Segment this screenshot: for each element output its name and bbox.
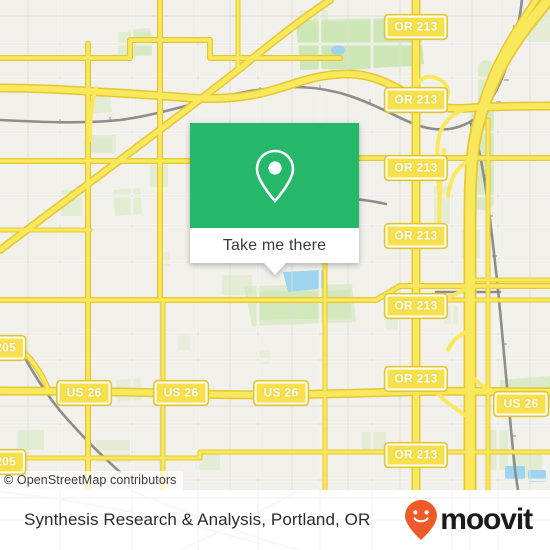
moovit-logo[interactable]: moovit <box>404 499 533 541</box>
page-title: Synthesis Research & Analysis, Portland,… <box>24 510 371 529</box>
road-shield: I 205 <box>0 336 26 360</box>
map-attribution[interactable]: © OpenStreetMap contributors <box>0 471 183 490</box>
road-shield: OR 213 <box>385 443 447 467</box>
road-shield: OR 213 <box>385 367 447 391</box>
location-callout-card[interactable]: Take me there <box>190 123 359 275</box>
card-pin-area <box>190 123 359 228</box>
footer-bar: Synthesis Research & Analysis, Portland,… <box>0 490 550 550</box>
take-me-there-button[interactable]: Take me there <box>190 228 359 275</box>
road-shield: OR 213 <box>385 156 447 180</box>
road-shield: OR 213 <box>385 294 447 318</box>
road-shield: US 26 <box>57 381 111 405</box>
road-shield: US 26 <box>154 381 208 405</box>
road-shield: I 205 <box>0 450 26 474</box>
road-shield: OR 213 <box>385 15 447 39</box>
moovit-smiley-pin-icon <box>405 500 438 540</box>
moovit-wordmark: moovit <box>440 503 533 536</box>
moovit-map-screenshot: © OpenStreetMap contributors Take me the… <box>0 0 550 550</box>
road-shield: OR 213 <box>385 224 447 248</box>
card-button-label: Take me there <box>222 236 327 254</box>
map-pin-icon <box>255 149 294 203</box>
card-pointer-tail <box>263 263 286 275</box>
road-shield: OR 213 <box>385 88 447 112</box>
road-shield: US 26 <box>254 381 308 405</box>
road-shield: US 26 <box>494 392 548 416</box>
